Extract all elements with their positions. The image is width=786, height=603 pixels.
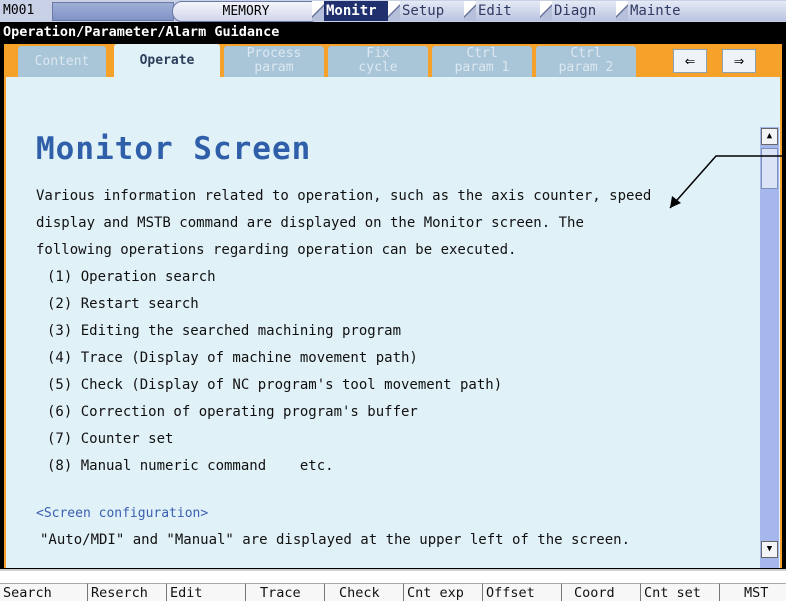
fkey-offset[interactable]: Offset <box>482 583 561 601</box>
fkey-edit[interactable]: Edit <box>166 583 245 601</box>
fkey-coord[interactable]: Coord <box>561 583 640 601</box>
fkey-check[interactable]: Check <box>324 583 403 601</box>
fkey-search[interactable]: Search <box>0 583 87 601</box>
fkey-cnt-set[interactable]: Cnt set <box>640 583 719 601</box>
fkey-reserch[interactable]: Reserch <box>87 583 166 601</box>
callout-pointer <box>669 155 786 209</box>
fkey-trace[interactable]: Trace <box>245 583 324 601</box>
fkey-cnt-exp[interactable]: Cnt exp <box>403 583 482 601</box>
fkey-mst[interactable]: MST <box>719 583 786 601</box>
